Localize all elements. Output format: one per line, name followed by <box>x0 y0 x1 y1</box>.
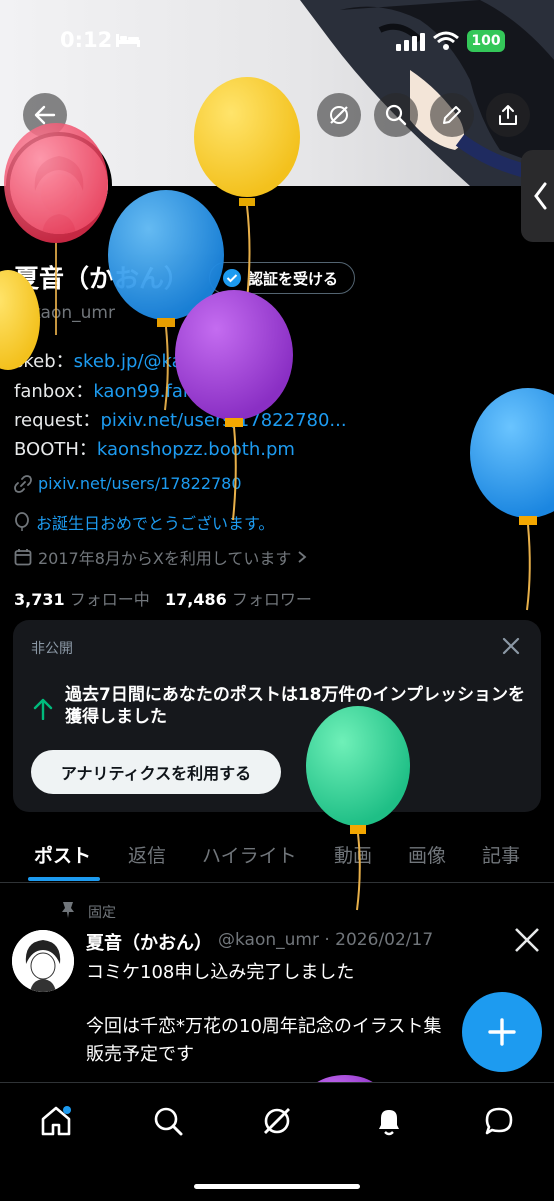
bio-line-fanbox: fanbox：kaon99.fanbox.cc <box>14 377 252 403</box>
arrow-left-icon <box>34 105 56 125</box>
profile-website-link[interactable]: pixiv.net/users/17822780 <box>38 474 242 493</box>
followers-label: フォロワー <box>231 590 312 609</box>
search-button[interactable] <box>374 93 418 137</box>
pencil-icon <box>443 106 461 124</box>
card-title: 非公開 <box>31 641 73 657</box>
link-icon <box>14 474 32 493</box>
tab-videos[interactable]: 動画 <box>334 841 372 868</box>
balloon-icon <box>15 512 29 531</box>
post-text-line: 販売予定です <box>86 1044 194 1065</box>
plus-icon <box>488 1018 516 1046</box>
pinned-label: 固定 <box>88 905 116 921</box>
wifi-icon <box>433 31 459 50</box>
search-icon <box>385 104 407 126</box>
side-panel-handle[interactable] <box>521 150 554 242</box>
nav-messages[interactable] <box>479 1101 519 1141</box>
following-count: 3,731 <box>14 590 65 609</box>
post-text-line: 今回は千恋*万花の10周年記念のイラスト集 <box>86 1016 442 1037</box>
nav-search[interactable] <box>148 1101 188 1141</box>
bio-label: request： <box>14 410 101 431</box>
calendar-icon <box>14 549 32 566</box>
nav-home[interactable] <box>36 1101 76 1141</box>
balloon-blue-right <box>470 388 554 611</box>
following-label: フォロー中 <box>69 590 150 609</box>
post-avatar-illustration <box>12 930 74 992</box>
bio-line-skeb: skeb：skeb.jp/@kaon_umr <box>14 347 250 373</box>
compose-post-button[interactable] <box>462 992 542 1072</box>
tab-posts[interactable]: ポスト <box>34 841 91 868</box>
nav-notifications[interactable] <box>369 1101 409 1141</box>
cellular-signal-icon <box>396 33 425 51</box>
post-author-avatar[interactable] <box>12 930 74 992</box>
back-button[interactable] <box>23 93 67 137</box>
grok-button[interactable] <box>317 93 361 137</box>
bell-icon <box>379 1110 399 1136</box>
profile-joined-row[interactable]: 2017年8月からXを利用しています <box>14 545 307 569</box>
tab-images[interactable]: 画像 <box>408 841 446 868</box>
bio-link-request[interactable]: pixiv.net/users/17822780... <box>100 410 346 431</box>
post-meta: @kaon_umr · 2026/02/17 <box>218 930 434 950</box>
grok-icon <box>330 106 348 124</box>
post-text-line: コミケ108申し込み完了しました <box>86 962 355 983</box>
birthday-message[interactable]: お誕生日おめでとうございます。 <box>36 510 274 534</box>
close-icon[interactable] <box>501 636 521 656</box>
profile-birthday-row: お誕生日おめでとうございます。 <box>14 510 274 534</box>
home-indicator <box>194 1184 360 1189</box>
bio-line-request: request：pixiv.net/users/17822780... <box>14 406 347 432</box>
joined-date: 2017年8月からXを利用しています <box>38 549 292 568</box>
search-icon <box>154 1107 183 1136</box>
impressions-message: 過去7日間にあなたのポストは18万件のインプレッションを獲得しました <box>65 685 525 727</box>
bio-line-booth: BOOTH：kaonshopzz.booth.pm <box>14 435 295 461</box>
pin-icon <box>62 902 74 918</box>
profile-website-row: pixiv.net/users/17822780 <box>14 474 242 493</box>
bio-link-booth[interactable]: kaonshopzz.booth.pm <box>97 439 295 460</box>
profile-handle: @kaon_umr <box>14 303 115 323</box>
following-link[interactable]: 3,731 フォロー中 <box>14 590 150 609</box>
chevron-right-icon <box>298 551 307 563</box>
verified-badge-icon <box>223 269 241 287</box>
battery-indicator: 100 <box>467 30 505 52</box>
share-icon <box>499 105 517 125</box>
arrow-up-icon <box>33 698 53 720</box>
share-button[interactable] <box>486 93 530 137</box>
message-icon <box>485 1107 513 1135</box>
profile-name: 夏音（かおん） <box>14 264 190 293</box>
tab-highlights[interactable]: ハイライト <box>202 841 297 868</box>
bio-label: skeb： <box>14 351 74 372</box>
bio-link-skeb[interactable]: skeb.jp/@kaon_umr <box>74 351 251 372</box>
bio-link-fanbox[interactable]: kaon99.fanbox.cc <box>93 381 252 402</box>
follow-stats: 3,731 フォロー中 17,486 フォロワー <box>14 586 312 610</box>
sleep-mode-icon <box>116 34 140 47</box>
status-time: 0:12 <box>60 28 113 52</box>
followers-count: 17,486 <box>164 590 227 609</box>
private-analytics-card: 非公開 過去7日間にあなたのポストは18万件のインプレッションを獲得しました ア… <box>13 620 541 812</box>
get-verified-button[interactable]: 認証を受ける <box>209 262 356 294</box>
get-verified-label: 認証を受ける <box>248 269 339 288</box>
tab-replies[interactable]: 返信 <box>128 841 166 868</box>
bio-label: BOOTH： <box>14 439 97 460</box>
tab-divider <box>0 882 554 883</box>
x-logo-icon <box>515 928 539 952</box>
nav-grok[interactable] <box>257 1101 297 1141</box>
avatar-illustration <box>10 136 108 234</box>
profile-avatar[interactable] <box>6 132 112 238</box>
grok-icon <box>264 1108 290 1134</box>
analytics-button[interactable]: アナリティクスを利用する <box>31 750 281 794</box>
bio-label: fanbox： <box>14 381 94 402</box>
chevron-left-icon <box>534 182 547 210</box>
post-author-name[interactable]: 夏音（かおん） <box>86 929 212 955</box>
followers-link[interactable]: 17,486 フォロワー <box>165 590 312 609</box>
active-tab-indicator <box>28 877 100 881</box>
tab-articles[interactable]: 記事 <box>482 841 520 868</box>
home-icon <box>41 1106 71 1136</box>
edit-profile-button[interactable] <box>430 93 474 137</box>
